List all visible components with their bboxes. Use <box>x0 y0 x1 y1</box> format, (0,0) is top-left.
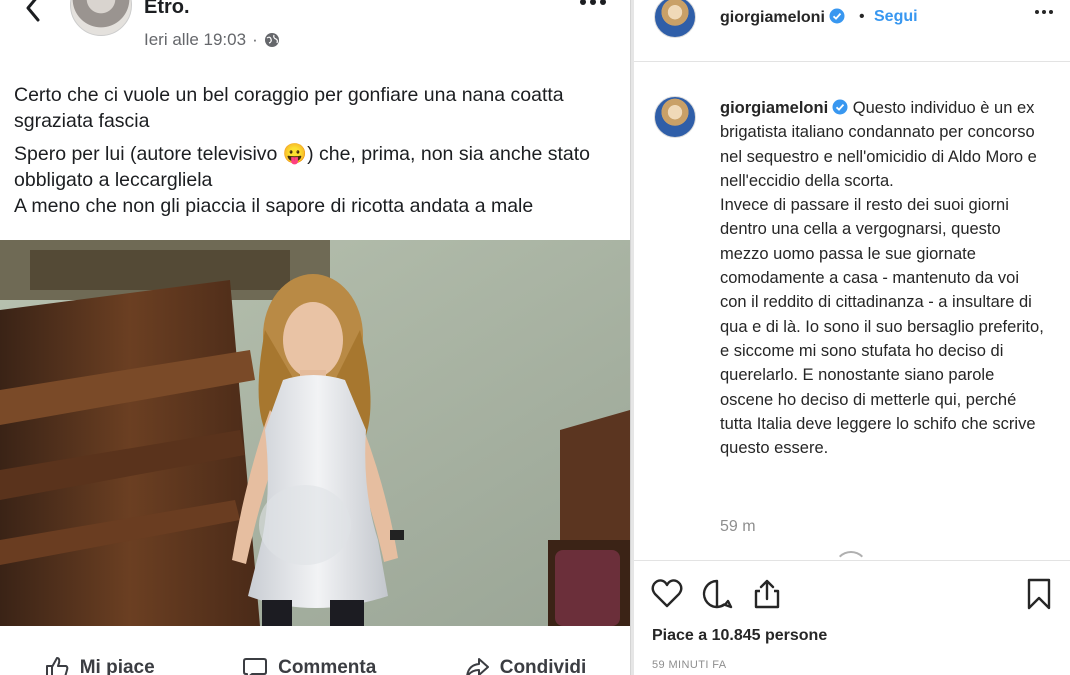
ig-likes-count[interactable]: Piace a 10.845 persone <box>652 627 827 645</box>
instagram-post: giorgiameloni • Segui giorgiameloni Ques… <box>634 0 1070 675</box>
globe-icon <box>264 33 279 47</box>
ig-caption-text: giorgiameloni Questo individuo è un ex b… <box>720 96 1050 460</box>
more-icon[interactable] <box>1034 8 1054 22</box>
comment-icon <box>243 658 268 675</box>
ig-follow-button[interactable]: Segui <box>874 8 918 26</box>
fb-comment-label: Commenta <box>278 657 377 675</box>
ig-header-username-text: giorgiameloni <box>720 9 825 26</box>
ig-caption-avatar[interactable] <box>654 96 696 138</box>
fb-post-line-1: Certo che ci vuole un bel coraggio per g… <box>14 84 564 132</box>
fb-post-photo[interactable] <box>0 240 630 626</box>
ig-header-dot: • <box>859 8 865 25</box>
fb-post-text: Certo che ci vuole un bel coraggio per g… <box>14 82 620 226</box>
fb-share-label: Condividi <box>499 657 587 675</box>
fb-share-button[interactable]: Condividi <box>464 655 587 675</box>
bookmark-icon[interactable] <box>1022 577 1056 611</box>
fb-meta-dot: · <box>252 30 258 49</box>
fb-comment-button[interactable]: Commenta <box>242 655 376 675</box>
thumbs-up-icon <box>45 657 69 675</box>
ig-caption-body-2: Invece di passare il resto dei suoi gior… <box>720 196 1044 458</box>
verified-badge-icon <box>829 8 845 24</box>
fb-post-line-2: Spero per lui (autore televisivo 😛) che,… <box>14 143 590 191</box>
ig-caption-username-text: giorgiameloni <box>720 99 829 117</box>
fb-timestamp[interactable]: Ieri alle 19:03 <box>144 30 246 50</box>
facebook-post: Etro. Ieri alle 19:03 · Certo che ci vuo… <box>0 0 630 675</box>
fb-author-name[interactable]: Etro. <box>144 0 190 19</box>
fb-post-meta: Ieri alle 19:03 · <box>144 30 280 50</box>
fb-like-label: Mi piace <box>79 657 155 675</box>
ig-header-username[interactable]: giorgiameloni <box>720 8 845 27</box>
ig-action-icons <box>650 577 784 611</box>
more-icon[interactable] <box>578 0 608 16</box>
loading-spinner <box>834 551 868 585</box>
ig-action-area: Piace a 10.845 persone 59 MINUTI FA <box>634 551 1070 675</box>
heart-icon[interactable] <box>650 577 684 611</box>
fb-post-line-3: A meno che non gli piaccia il sapore di … <box>14 195 534 217</box>
back-arrow-icon[interactable] <box>18 0 48 24</box>
comment-bubble-icon[interactable] <box>700 577 734 611</box>
share-upload-icon[interactable] <box>750 577 784 611</box>
ig-post-time: 59 MINUTI FA <box>652 659 727 671</box>
share-icon <box>465 658 489 675</box>
ig-relative-time: 59 m <box>720 518 756 535</box>
ig-post-header: giorgiameloni • Segui <box>634 0 1070 62</box>
photo-illustration <box>0 240 630 626</box>
fb-like-button[interactable]: Mi piace <box>44 655 155 675</box>
fb-author-avatar[interactable] <box>70 0 132 36</box>
verified-badge-icon <box>832 99 848 115</box>
fb-action-bar: Mi piace Commenta Condividi <box>0 648 630 675</box>
ig-header-avatar[interactable] <box>654 0 696 38</box>
ig-caption-username[interactable]: giorgiameloni <box>720 99 848 117</box>
